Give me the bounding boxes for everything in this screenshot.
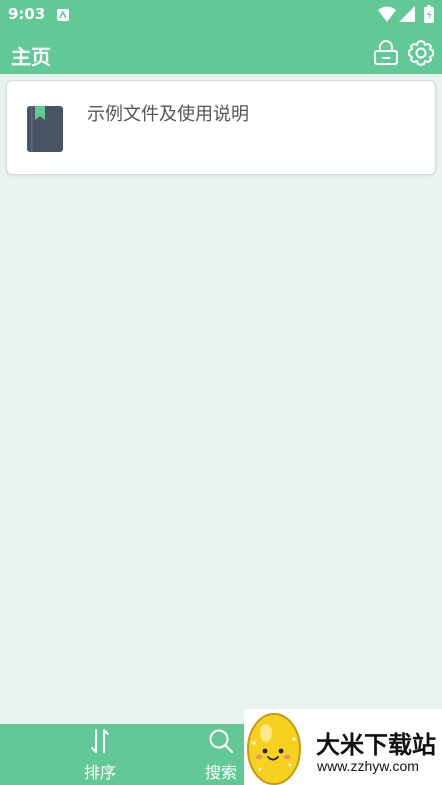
settings-gear-icon[interactable] <box>406 38 436 68</box>
app-notification-icon <box>57 9 69 21</box>
watermark-url: www.zzhyw.com <box>317 758 419 774</box>
signal-icon <box>399 6 415 22</box>
file-item[interactable]: 示例文件及使用说明 <box>6 80 436 175</box>
page-title: 主页 <box>11 45 51 69</box>
sort-arrows-icon <box>91 729 109 753</box>
book-icon <box>27 106 63 152</box>
wifi-icon <box>378 6 396 22</box>
file-name: 示例文件及使用说明 <box>87 104 249 125</box>
file-list: 示例文件及使用说明 <box>0 74 442 724</box>
status-bar: 9:03 <box>0 0 442 32</box>
watermark-title: 大米下载站 <box>316 731 436 759</box>
nav-sort-button[interactable]: 排序 <box>65 724 135 785</box>
app-bar: 主页 <box>0 32 442 74</box>
egg-mascot-logo <box>247 713 301 785</box>
lock-icon[interactable] <box>371 38 401 68</box>
watermark: 大米下载站 www.zzhyw.com <box>244 709 442 785</box>
status-time: 9:03 <box>8 5 46 23</box>
search-icon <box>209 729 234 754</box>
battery-icon <box>424 5 434 23</box>
nav-sort-label: 排序 <box>83 763 116 782</box>
